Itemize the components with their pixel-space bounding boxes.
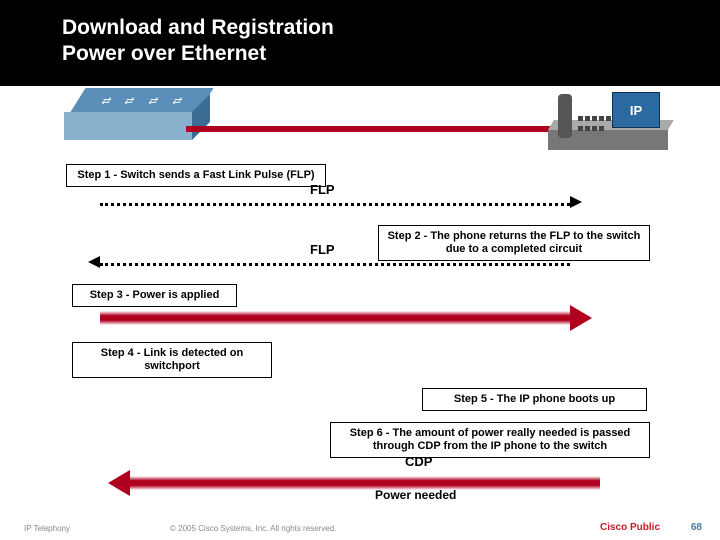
step-4-box: Step 4 - Link is detected on switchport [72,342,272,378]
phone-screen-label: IP [612,92,660,128]
footer-left: IP Telephony [24,524,70,533]
diagram-area: ⇄⇄⇄⇄ IP Step 1 - Switch sends a Fast Lin… [0,86,720,518]
step-3-box: Step 3 - Power is applied [72,284,237,307]
flp-arrow-left [100,263,570,266]
flp-label-2: FLP [310,242,335,257]
cdp-arrow-left [130,476,600,490]
slide-footer: IP Telephony © 2005 Cisco Systems, Inc. … [0,518,720,540]
arrowhead-left-icon [88,256,100,268]
power-arrow-right [100,311,570,325]
network-switch-icon: ⇄⇄⇄⇄ [64,98,192,144]
ip-phone-icon: IP [548,88,668,150]
flp-arrow-right [100,203,570,206]
arrowhead-right-icon [570,196,582,208]
step-6-box: Step 6 - The amount of power really need… [330,422,650,458]
slide-header: Download and Registration Power over Eth… [0,0,720,86]
cdp-label: CDP [405,454,432,469]
footer-copyright: © 2005 Cisco Systems, Inc. All rights re… [170,524,336,533]
power-needed-label: Power needed [375,488,456,502]
page-number: 68 [691,522,702,533]
footer-brand: Cisco Public [600,522,660,533]
title-line-2: Power over Ethernet [62,42,266,66]
corner-accent [650,0,720,45]
step-2-box: Step 2 - The phone returns the FLP to th… [378,225,650,261]
step-1-box: Step 1 - Switch sends a Fast Link Pulse … [66,164,326,187]
title-line-1: Download and Registration [62,16,334,40]
flp-label-1: FLP [310,182,335,197]
step-5-box: Step 5 - The IP phone boots up [422,388,647,411]
ethernet-cable [186,126,554,132]
